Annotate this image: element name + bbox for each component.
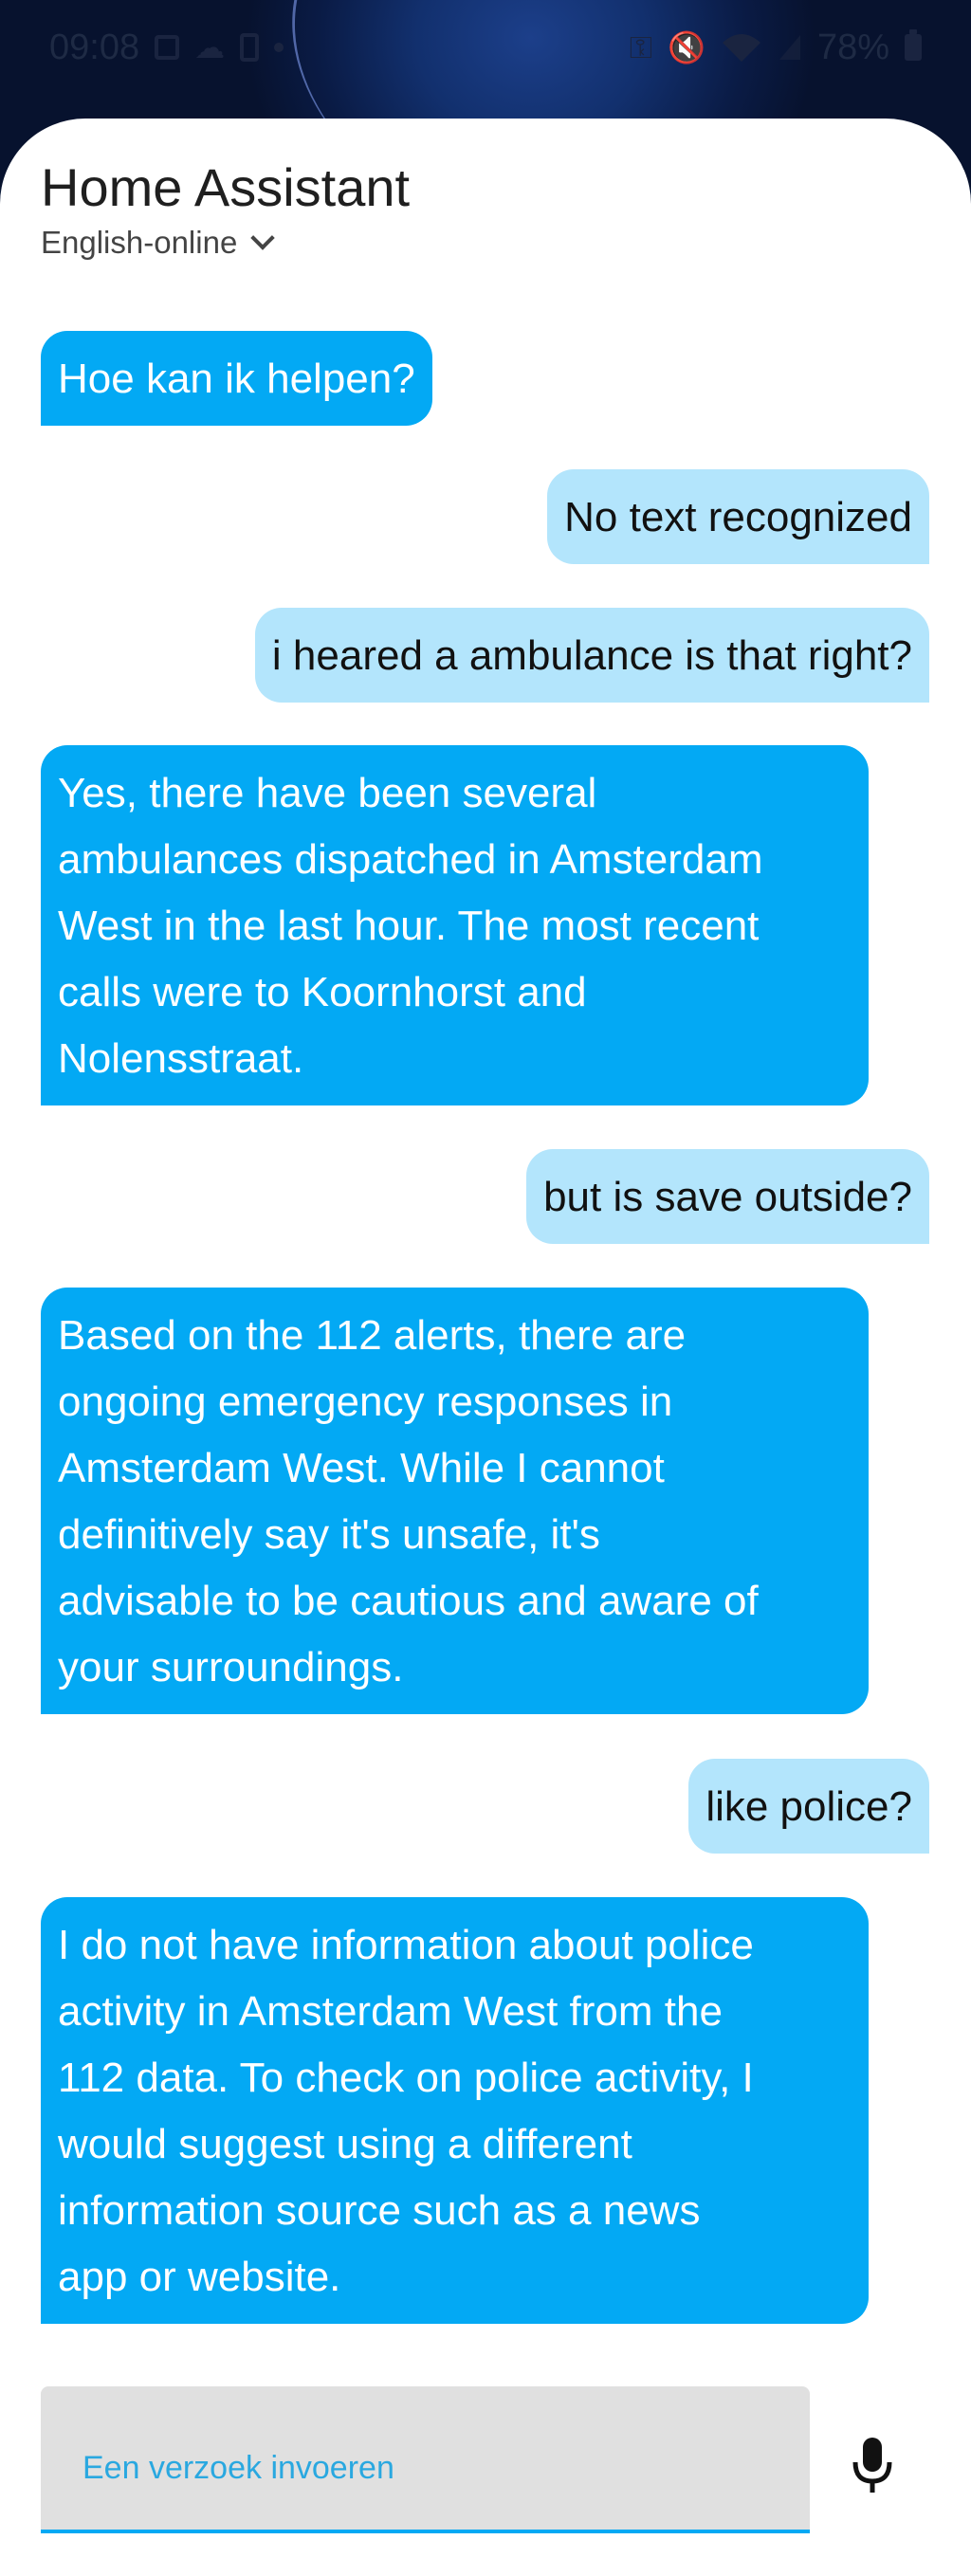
battery-percent: 78% [816, 27, 889, 67]
message-line: information source such as a news [58, 2187, 701, 2234]
message-line: Based on the 112 alerts, there are [58, 1312, 687, 1359]
phone-notification-icon [240, 33, 260, 62]
message-line: ongoing emergency responses in [58, 1379, 673, 1425]
message-line: your surroundings. [58, 1644, 404, 1690]
message-user: i heared a ambulance is that right? [254, 608, 929, 703]
battery-icon [905, 29, 922, 61]
message-line: but is save outside? [543, 1174, 912, 1220]
message-line: 112 data. To check on police activity, I [58, 2055, 754, 2101]
message-line: activity in Amsterdam West from the [58, 1988, 723, 2035]
status-time: 09:08 [49, 27, 140, 67]
message-line: calls were to Koornhorst and [58, 969, 587, 1015]
language-selector[interactable]: English-online [41, 225, 276, 261]
message-user: like police? [688, 1759, 929, 1854]
gallery-notification-icon [155, 35, 180, 60]
message-line: ambulances dispatched in Amsterdam [58, 836, 763, 883]
language-label: English-online [41, 225, 238, 260]
message-line: would suggest using a different [58, 2121, 632, 2167]
message-line: i heared a ambulance is that right? [271, 632, 912, 679]
message-line: Nolensstraat. [58, 1035, 304, 1082]
message-user: but is save outside? [526, 1149, 929, 1244]
message-line: advisable to be cautious and aware of [58, 1578, 759, 1624]
message-assistant: Yes, there have been several ambulances … [41, 745, 869, 1105]
message-line: Hoe kan ik helpen? [58, 356, 415, 402]
message-line: Yes, there have been several [58, 770, 597, 816]
message-line: West in the last hour. The most recent [58, 903, 760, 949]
signal-icon [779, 35, 800, 60]
request-input[interactable] [41, 2386, 810, 2530]
message-line: like police? [705, 1783, 912, 1830]
wifi-icon [722, 34, 760, 62]
status-right: ⚿ 🔇 78% [630, 27, 922, 68]
request-input-container [41, 2386, 810, 2533]
assist-dialog: Home Assistant English-online Hoe kan ik… [0, 119, 971, 2576]
mute-icon: 🔇 [668, 30, 705, 64]
mic-button[interactable] [838, 2432, 907, 2500]
message-line: No text recognized [564, 494, 912, 540]
more-notifications-icon [274, 43, 284, 52]
message-user: No text recognized [547, 469, 929, 564]
chevron-down-icon [250, 226, 276, 250]
message-line: I do not have information about police [58, 1922, 754, 1968]
microphone-icon [852, 2438, 892, 2493]
message-line: definitively say it's unsafe, it's [58, 1511, 600, 1558]
message-assistant: Based on the 112 alerts, there are ongoi… [41, 1288, 869, 1714]
status-left: 09:08 ☁ [49, 27, 284, 68]
message-assistant: Hoe kan ik helpen? [41, 331, 432, 426]
message-line: app or website. [58, 2254, 341, 2300]
dialog-title: Home Assistant [41, 157, 411, 217]
message-line: Amsterdam West. While I cannot [58, 1445, 665, 1491]
status-bar: 09:08 ☁ ⚿ 🔇 78% [0, 0, 971, 95]
message-assistant: I do not have information about police a… [41, 1897, 869, 2324]
vpn-key-icon: ⚿ [629, 30, 653, 64]
cloud-notification-icon: ☁ [194, 30, 226, 64]
